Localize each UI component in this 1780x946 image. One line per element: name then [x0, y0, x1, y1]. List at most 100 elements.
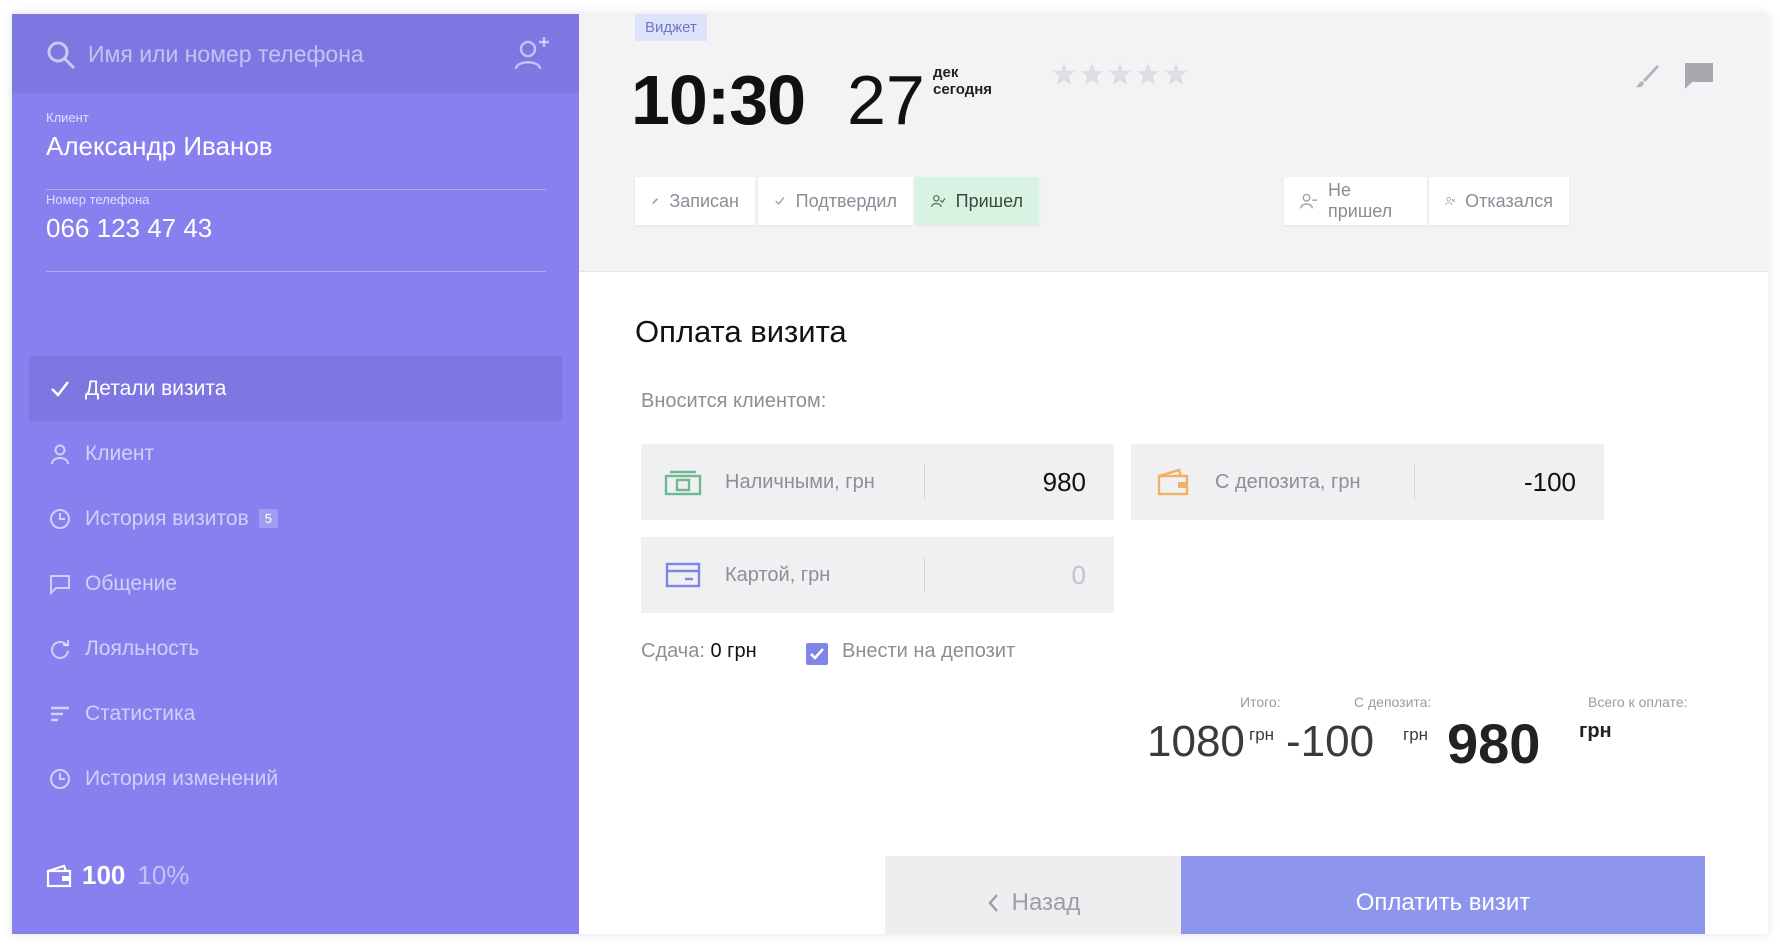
star-icon[interactable] [1164, 62, 1188, 86]
user-icon [47, 441, 73, 467]
app-window: Клиент Александр Иванов Номер телефона 0… [12, 14, 1768, 934]
search-bar [12, 14, 579, 93]
cash-label: Наличными, грн [725, 464, 925, 500]
pay-visit-button[interactable]: Оплатить визит [1181, 856, 1705, 934]
deposit-label: С депозита, грн [1215, 464, 1415, 500]
phone-field[interactable]: Номер телефона 066 123 47 43 [46, 192, 546, 272]
visit-header: Виджет 10:30 27 дек сегодня Записан Подт… [579, 14, 1768, 272]
subtotal-value: 1080 [1147, 717, 1245, 766]
sidebar-item-loyalty[interactable]: Лояльность [29, 616, 562, 681]
visit-day[interactable]: 27 [847, 60, 925, 140]
check-icon [47, 376, 73, 402]
deposit-payment-field[interactable]: С депозита, грн -100 [1131, 444, 1604, 520]
wallet-icon [46, 864, 72, 887]
checkmark-icon [810, 648, 824, 660]
card-payment-field[interactable]: Картой, грн 0 [641, 537, 1114, 613]
main-panel: Виджет 10:30 27 дек сегодня Записан Подт… [579, 14, 1768, 934]
brush-icon[interactable] [1633, 62, 1661, 90]
client-label: Клиент [46, 110, 89, 125]
grand-total-label: Всего к оплате: [1588, 694, 1688, 710]
visit-time[interactable]: 10:30 [631, 60, 806, 140]
phone-value: 066 123 47 43 [46, 213, 213, 243]
sidebar-item-label: Статистика [85, 701, 196, 725]
deposit-checkbox-label[interactable]: Внести на депозит [842, 640, 1015, 663]
from-deposit-label: С депозита: [1354, 694, 1432, 710]
status-cancelled-button[interactable]: Отказался [1429, 177, 1569, 225]
change-value: 0 грн [710, 640, 757, 662]
star-icon[interactable] [1108, 62, 1132, 86]
phone-label: Номер телефона [46, 192, 150, 207]
deposit-percent: 10% [137, 860, 190, 890]
sidebar-item-label: История визитов [85, 506, 249, 530]
client-name: Александр Иванов [46, 131, 273, 161]
grand-total-value: 980 [1447, 712, 1541, 775]
sidebar: Клиент Александр Иванов Номер телефона 0… [12, 14, 579, 934]
payment-section: Оплата визита Вносится клиентом: Наличны… [579, 272, 1768, 934]
bars-icon [47, 701, 73, 727]
visit-count-badge: 5 [258, 509, 278, 528]
widget-tag: Виджет [635, 14, 707, 41]
relative-day-label: сегодня [933, 81, 993, 98]
pencil-icon [652, 198, 659, 204]
deposit-summary: 100 10% [46, 860, 189, 891]
status-arrived-button[interactable]: Пришел [915, 177, 1039, 225]
sidebar-item-visit-history[interactable]: История визитов 5 [29, 486, 562, 551]
sidebar-item-label: Лояльность [85, 636, 200, 660]
chevron-left-icon [988, 894, 998, 912]
client-field[interactable]: Клиент Александр Иванов [46, 110, 546, 190]
status-confirmed-button[interactable]: Подтвердил [758, 177, 913, 225]
check-icon [775, 197, 785, 205]
sidebar-item-label: Детали визита [85, 376, 227, 400]
add-user-icon[interactable] [512, 34, 552, 74]
change-info: Сдача: 0 грн [641, 640, 757, 663]
deposit-balance: 100 [82, 860, 126, 890]
rating-stars[interactable] [1052, 62, 1188, 86]
sidebar-item-statistics[interactable]: Статистика [29, 681, 562, 746]
cash-icon [664, 470, 702, 496]
search-icon[interactable] [46, 40, 76, 70]
sidebar-item-communication[interactable]: Общение [29, 551, 562, 616]
star-icon[interactable] [1136, 62, 1160, 86]
visit-month[interactable]: дек сегодня [933, 64, 992, 98]
sidebar-item-visit-details[interactable]: Детали визита [29, 356, 562, 421]
status-no-show-button[interactable]: Не пришел [1284, 177, 1427, 225]
wallet-icon [1157, 468, 1189, 496]
change-label: Сдача: [641, 640, 705, 662]
subtotal-label: Итого: [1240, 694, 1281, 710]
user-minus-icon [1300, 193, 1318, 209]
sidebar-item-label: История изменений [85, 766, 279, 790]
subtotal-currency: грн [1249, 725, 1275, 744]
star-icon[interactable] [1052, 62, 1076, 86]
comment-icon[interactable] [1684, 62, 1714, 90]
star-icon[interactable] [1080, 62, 1104, 86]
deposit-value[interactable]: -100 [1415, 467, 1604, 498]
clock-icon [47, 506, 73, 532]
cash-payment-field[interactable]: Наличными, грн 980 [641, 444, 1114, 520]
user-check-icon [931, 195, 946, 208]
sidebar-item-label: Общение [85, 571, 178, 595]
cash-value[interactable]: 980 [925, 467, 1114, 498]
user-x-icon [1445, 196, 1455, 206]
deposit-checkbox[interactable] [806, 643, 828, 665]
card-label: Картой, грн [725, 557, 925, 593]
sidebar-item-label: Клиент [85, 441, 155, 465]
sidebar-item-change-history[interactable]: История изменений [29, 746, 562, 811]
sidebar-nav: Детали визита Клиент История визитов 5 О… [29, 356, 562, 811]
status-booked-button[interactable]: Записан [635, 177, 755, 225]
chat-icon [47, 571, 73, 597]
back-label: Назад [1011, 889, 1081, 916]
credit-card-icon [665, 562, 701, 588]
grand-total-currency: грн [1579, 720, 1612, 742]
clock-icon [47, 766, 73, 792]
sidebar-item-client[interactable]: Клиент [29, 421, 562, 486]
page-title: Оплата визита [635, 314, 847, 349]
status-no-show-label: Не пришел [1328, 180, 1393, 221]
status-arrived-label: Пришел [955, 190, 1023, 211]
paid-by-label: Вносится клиентом: [641, 390, 827, 412]
card-value[interactable]: 0 [925, 560, 1114, 591]
from-deposit-value: -100 [1286, 717, 1375, 766]
refresh-icon [47, 636, 73, 662]
back-button[interactable]: Назад [885, 856, 1181, 934]
status-cancelled-label: Отказался [1465, 190, 1553, 211]
search-input[interactable] [88, 34, 488, 74]
